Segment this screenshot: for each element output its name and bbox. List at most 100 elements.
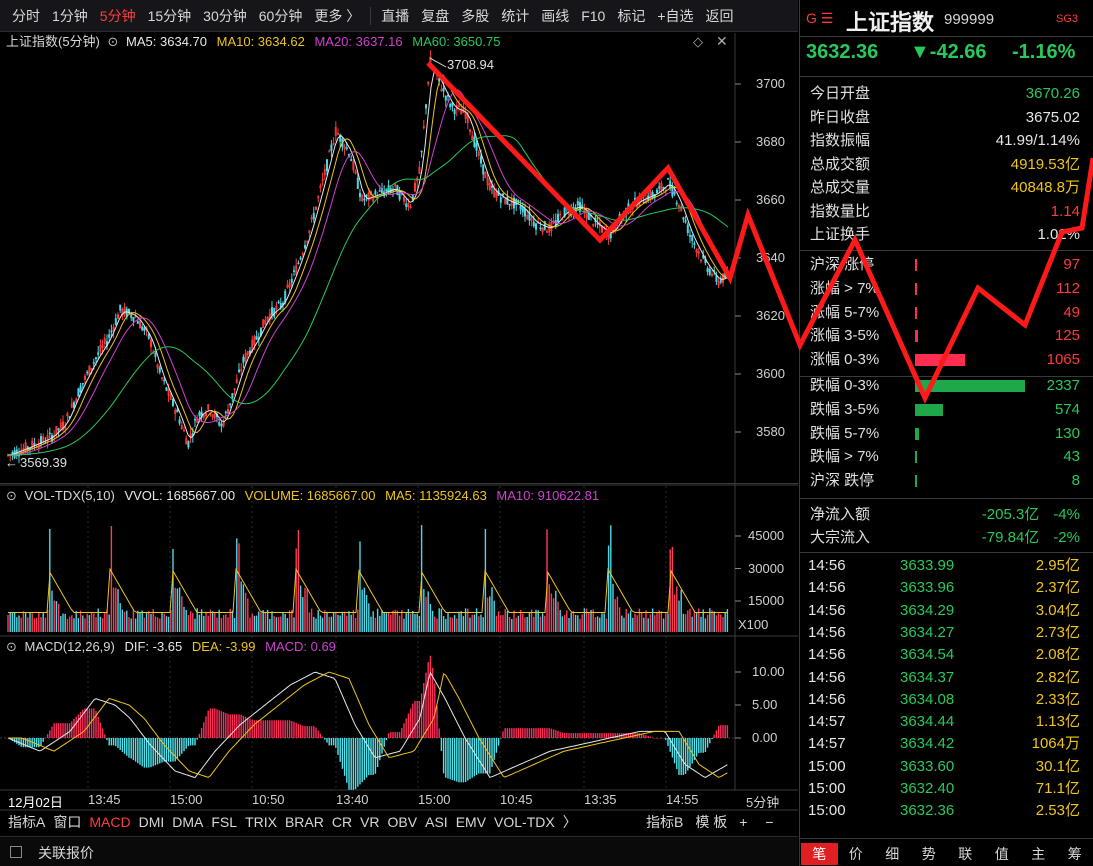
volume-bar — [528, 612, 531, 632]
quote-tab[interactable]: 主 — [1020, 843, 1057, 865]
candle-body — [506, 196, 509, 205]
volume-bar — [462, 616, 465, 632]
volume-bar — [46, 609, 49, 632]
footer-label[interactable]: 关联报价 — [38, 843, 94, 863]
indicator-right-tab[interactable]: 模 板 — [691, 812, 731, 832]
settings-icon[interactable]: ⊙ — [6, 639, 17, 654]
volume-bar — [557, 601, 559, 632]
macd-bar — [700, 738, 702, 753]
volume-bar — [77, 617, 80, 632]
macd-bar — [354, 738, 357, 790]
volume-bar — [594, 617, 597, 632]
indicator-tab[interactable]: 〉 — [559, 812, 581, 832]
macd-bar — [132, 738, 135, 761]
indicator-tab[interactable]: MACD — [85, 812, 134, 832]
indicator-tab[interactable]: ASI — [421, 812, 452, 832]
macd-bar — [412, 703, 414, 738]
macd-bar — [456, 738, 458, 782]
period-label: 5分钟 — [746, 795, 780, 810]
tick-amount: 2.95亿 — [1035, 557, 1080, 574]
breadth-label: 沪深 跌停 — [810, 472, 875, 490]
quote-tab[interactable]: 价 — [838, 843, 875, 865]
macd-bar — [57, 723, 60, 738]
stat-value: 1.02% — [1037, 226, 1080, 243]
candle-body — [119, 304, 122, 311]
volume-bar — [337, 614, 339, 632]
quote-tab[interactable]: 联 — [947, 843, 984, 865]
breadth-label: 沪深 涨停 — [810, 256, 875, 273]
volume-bar — [18, 615, 20, 632]
volume-bar — [673, 594, 676, 632]
indicator-tab[interactable]: DMA — [168, 812, 207, 832]
volume-bar — [178, 587, 181, 632]
volume-bar — [429, 603, 432, 632]
settings-icon[interactable]: ⊙ — [6, 488, 17, 503]
volume-bar — [88, 615, 91, 632]
volume-bar — [671, 546, 674, 632]
macd-bar — [225, 712, 227, 738]
ma10-line — [7, 74, 729, 456]
volume-bar — [621, 615, 623, 632]
macd-bar — [282, 720, 284, 738]
volume-bar — [297, 529, 300, 632]
indicator-right-tab[interactable]: + — [735, 812, 751, 832]
volume-bar — [220, 617, 223, 632]
stat-label: 总成交量 — [810, 179, 871, 196]
candle-body — [633, 197, 636, 202]
volume-bar — [365, 594, 368, 632]
volume-bar — [541, 613, 544, 632]
macd-bar — [722, 725, 724, 738]
macd-bar — [577, 733, 579, 738]
macd-bar — [704, 738, 707, 752]
quote-tab[interactable]: 值 — [984, 843, 1021, 865]
volume-bar — [618, 607, 621, 632]
volume-bar — [387, 612, 390, 632]
volume-bar — [38, 612, 40, 632]
candle-body — [198, 412, 201, 416]
tick-price: 3634.42 — [900, 735, 955, 753]
candle-body — [675, 202, 678, 205]
macd-bar — [546, 728, 548, 738]
macd-bar — [698, 738, 700, 754]
indicator-tab[interactable]: DMI — [135, 812, 169, 832]
volume-bar — [280, 616, 282, 632]
macd-bar — [709, 738, 711, 744]
indicator-right-tab[interactable]: 指标B — [642, 812, 687, 832]
time-axis: 12月02日 13:45 15:00 10:50 13:40 15:00 10:45 13:3… — [0, 790, 798, 810]
macd-bar — [706, 738, 709, 748]
indicator-tab[interactable]: EMV — [452, 812, 490, 832]
high-label: 3708.94 — [447, 57, 494, 72]
macd-bar — [724, 725, 726, 738]
ma20-line — [7, 89, 729, 456]
indicator-tab[interactable]: CR — [328, 812, 356, 832]
indicator-tab[interactable]: OBV — [384, 812, 422, 832]
breadth-row: 涨幅 > 7% 112 — [810, 277, 1080, 300]
breadth-bar — [915, 259, 918, 271]
quote-tab[interactable]: 势 — [911, 843, 948, 865]
macd-bar — [445, 738, 447, 778]
macd-bar — [407, 713, 410, 738]
time-axis-label: 14:55 — [666, 792, 699, 807]
macd-bar — [453, 738, 456, 781]
indicator-tab[interactable]: VOL-TDX — [490, 812, 559, 832]
breadth-bar — [915, 354, 965, 367]
volume-bar — [29, 612, 31, 632]
macd-bar — [480, 738, 482, 774]
quote-tab[interactable]: 筹 — [1057, 843, 1093, 865]
indicator-right-tab[interactable]: − — [761, 812, 777, 832]
indicator-tab[interactable]: BRAR — [281, 812, 328, 832]
indicator-tab[interactable]: 窗口 — [49, 812, 85, 832]
macd-bar — [236, 714, 238, 738]
volume-bar — [475, 608, 478, 632]
indicator-tab[interactable]: VR — [356, 812, 383, 832]
quote-tab[interactable]: 笔 — [801, 843, 838, 865]
breadth-value: 97 — [1063, 256, 1080, 273]
indicator-tab[interactable]: FSL — [207, 812, 241, 832]
indicator-tab[interactable]: 指标A — [4, 812, 49, 832]
candle-body — [238, 369, 241, 373]
footer-box-icon — [10, 846, 22, 858]
indicator-tab[interactable]: TRIX — [241, 812, 281, 832]
quote-tab[interactable]: 细 — [874, 843, 911, 865]
macd-bar — [528, 728, 531, 738]
macd-bar — [568, 733, 570, 738]
